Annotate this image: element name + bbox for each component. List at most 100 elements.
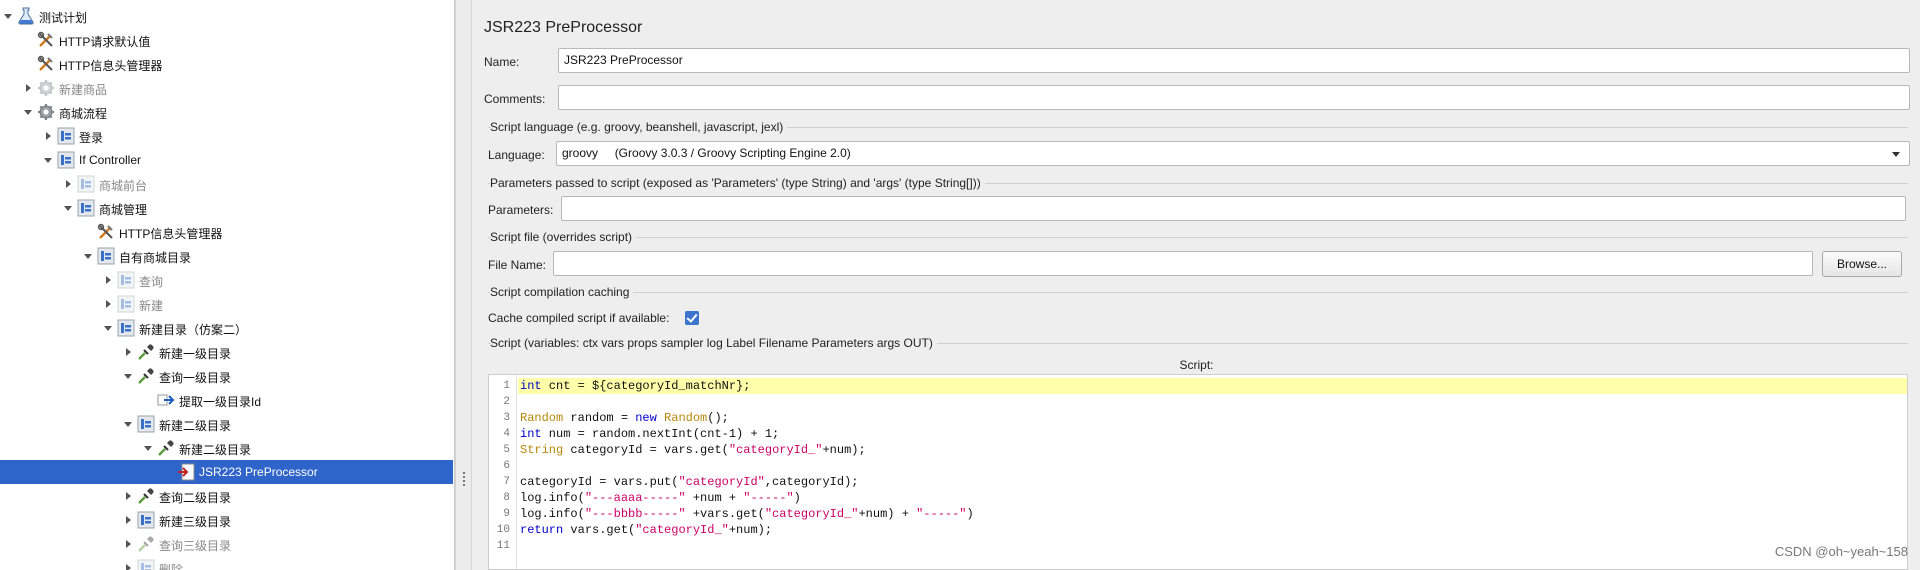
tree-collapsed-arrow-icon[interactable]	[126, 516, 131, 524]
parameters-field[interactable]	[561, 196, 1906, 221]
parameters-label: Parameters:	[488, 203, 554, 217]
tree-node-label: HTTP信息头管理器	[119, 227, 223, 241]
line-number: 9	[503, 508, 510, 520]
pane-splitter[interactable]	[455, 0, 472, 570]
section-divider	[488, 237, 1908, 238]
browse-button[interactable]: Browse...	[1822, 251, 1902, 277]
tree-node[interactable]: HTTP请求默认值	[0, 28, 453, 52]
tree-expanded-arrow-icon[interactable]	[124, 422, 132, 427]
tree-node[interactable]: 新建二级目录	[0, 436, 453, 460]
tree-node-label: 商城前台	[99, 179, 148, 193]
caching-section-title: Script compilation caching	[490, 285, 634, 299]
sampler-pipette-icon	[137, 487, 155, 505]
code-line[interactable]	[518, 394, 1907, 410]
tree-node[interactable]: 登录	[0, 124, 453, 148]
tree-collapsed-arrow-icon[interactable]	[126, 348, 131, 356]
splitter-grip-icon[interactable]	[463, 472, 465, 486]
language-select[interactable]: groovy (Groovy 3.0.3 / Groovy Scripting …	[556, 141, 1910, 166]
tree-node[interactable]: 新建三级目录	[0, 508, 453, 532]
tree-node[interactable]: 新建	[0, 292, 453, 316]
tree-node[interactable]: 商城管理	[0, 196, 453, 220]
watermark: CSDN @oh~yeah~158	[1774, 544, 1908, 559]
code-line[interactable]: categoryId = vars.put("categoryId",categ…	[518, 474, 1907, 490]
tree-node[interactable]: 提取一级目录Id	[0, 388, 453, 412]
tree-collapsed-arrow-icon[interactable]	[106, 300, 111, 308]
tree-collapsed-arrow-icon[interactable]	[126, 540, 131, 548]
tree-collapsed-arrow-icon[interactable]	[46, 132, 51, 140]
tree-node[interactable]: HTTP信息头管理器	[0, 52, 453, 76]
tree-node[interactable]: 查询一级目录	[0, 364, 453, 388]
tree-node-label: 商城流程	[59, 107, 108, 121]
comments-field[interactable]	[558, 85, 1910, 110]
tree-node-label: 登录	[79, 131, 104, 145]
tree-node[interactable]: 查询三级目录	[0, 532, 453, 556]
tree-node-label: 新建	[139, 299, 164, 313]
tree-node[interactable]: 删除	[0, 556, 453, 570]
tree-node[interactable]: HTTP信息头管理器	[0, 220, 453, 244]
tree-expanded-arrow-icon[interactable]	[64, 206, 72, 211]
tree-node[interactable]: 自有商城目录	[0, 244, 453, 268]
page-title: JSR223 PreProcessor	[484, 19, 643, 36]
cache-checkbox[interactable]	[685, 311, 699, 325]
controller-icon	[77, 175, 95, 193]
config-tools-icon	[37, 55, 55, 73]
line-number: 6	[503, 460, 510, 472]
cache-label: Cache compiled script if available:	[488, 311, 670, 325]
tree-node[interactable]: 新建商品	[0, 76, 453, 100]
tree-node-label: 新建商品	[59, 83, 108, 97]
line-number-gutter: 1 2 3 4 5 6 7 8 9 10 11	[489, 375, 517, 569]
tree-collapsed-arrow-icon[interactable]	[66, 180, 71, 188]
code-line[interactable]: String categoryId = vars.get("categoryId…	[518, 442, 1907, 458]
chevron-down-icon[interactable]	[1892, 152, 1900, 157]
tree-node[interactable]: 测试计划	[0, 4, 453, 28]
code-line[interactable]: return vars.get("categoryId_"+num);	[518, 522, 1907, 538]
tree-node[interactable]: 新建二级目录	[0, 412, 453, 436]
tree-node-label: 查询二级目录	[159, 491, 232, 505]
tree-node[interactable]: If Controller	[0, 148, 453, 172]
tree-node[interactable]: 商城前台	[0, 172, 453, 196]
tree-node[interactable]: 查询	[0, 268, 453, 292]
tree-node-label: 商城管理	[99, 203, 148, 217]
tree-expanded-arrow-icon[interactable]	[84, 254, 92, 259]
language-label: Language:	[488, 148, 545, 162]
name-field[interactable]: JSR223 PreProcessor	[558, 48, 1910, 73]
element-editor-panel: JSR223 PreProcessor Name: JSR223 PreProc…	[473, 0, 1920, 570]
tree-node-label: 提取一级目录Id	[179, 395, 262, 409]
tree-expanded-arrow-icon[interactable]	[104, 326, 112, 331]
tree-expanded-arrow-icon[interactable]	[144, 446, 152, 451]
code-line[interactable]	[518, 538, 1907, 554]
tree-expanded-arrow-icon[interactable]	[124, 374, 132, 379]
script-section-title: Script (variables: ctx vars props sample…	[490, 336, 937, 350]
script-editor[interactable]: 1 2 3 4 5 6 7 8 9 10 11 int cnt = ${categoryId_mat…	[488, 374, 1908, 570]
sampler-pipette-icon	[157, 439, 175, 457]
post-processor-arrow-icon	[157, 391, 175, 409]
test-plan-tree[interactable]: 测试计划 HTTP请求默认值 HTTP信息头管理器 新建商品 商城流程 登录 If Cont…	[0, 0, 455, 570]
code-line[interactable]: log.info("---aaaa-----" +num + "-----")	[518, 490, 1907, 506]
code-line[interactable]: int cnt = ${categoryId_matchNr};	[518, 378, 1907, 394]
tree-collapsed-arrow-icon[interactable]	[26, 84, 31, 92]
comments-label: Comments:	[484, 92, 546, 106]
tree-node[interactable]: JSR223 PreProcessor	[0, 460, 453, 484]
line-number: 10	[496, 524, 510, 536]
tree-collapsed-arrow-icon[interactable]	[126, 564, 131, 570]
code-line[interactable]	[518, 458, 1907, 474]
tree-expanded-arrow-icon[interactable]	[4, 14, 12, 19]
code-line[interactable]: log.info("---bbbb-----" +vars.get("categ…	[518, 506, 1907, 522]
tree-node[interactable]: 新建目录（仿案二）	[0, 316, 453, 340]
tree-collapsed-arrow-icon[interactable]	[126, 492, 131, 500]
tree-node[interactable]: 新建一级目录	[0, 340, 453, 364]
code-line[interactable]: Random random = new Random();	[518, 410, 1907, 426]
tree-collapsed-arrow-icon[interactable]	[106, 276, 111, 284]
tree-expanded-arrow-icon[interactable]	[24, 110, 32, 115]
code-line[interactable]: int num = random.nextInt(cnt-1) + 1;	[518, 426, 1907, 442]
tree-node[interactable]: 查询二级目录	[0, 484, 453, 508]
tree-node[interactable]: 商城流程	[0, 100, 453, 124]
tree-node-label: HTTP信息头管理器	[59, 59, 163, 73]
sampler-pipette-icon	[137, 367, 155, 385]
line-number: 2	[503, 396, 510, 408]
script-file-section-title: Script file (overrides script)	[490, 230, 637, 244]
file-name-field[interactable]	[553, 251, 1813, 276]
tree-node-label: 新建一级目录	[159, 347, 232, 361]
tree-expanded-arrow-icon[interactable]	[44, 158, 52, 163]
tree-node-label: 查询	[139, 275, 164, 289]
